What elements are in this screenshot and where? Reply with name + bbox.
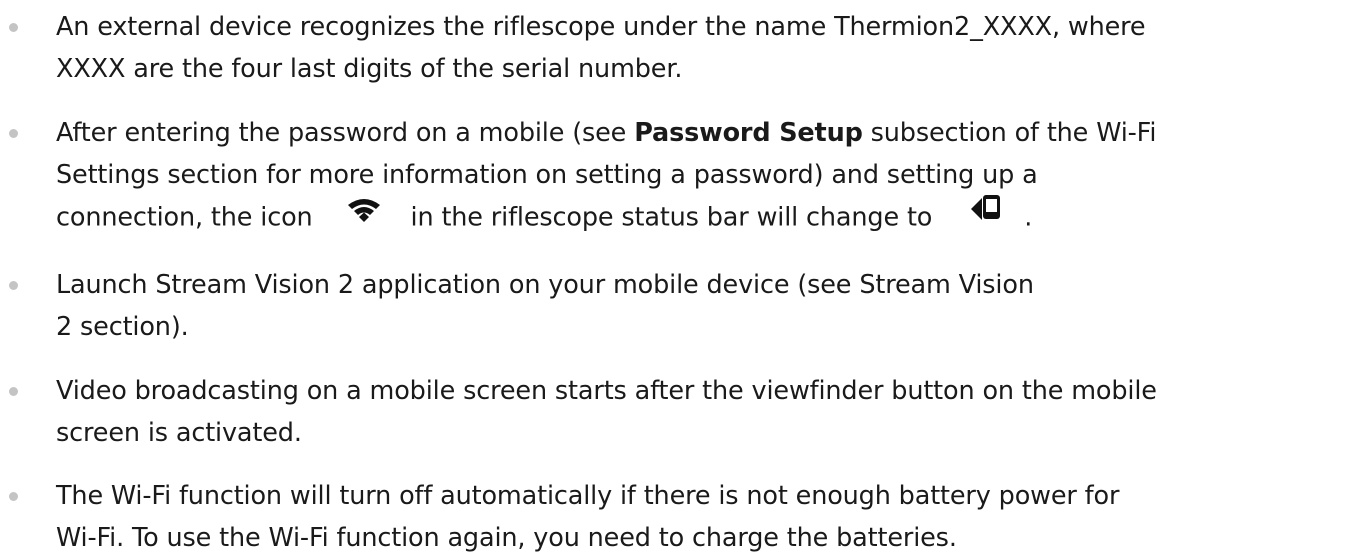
list-item-launch-app: Launch Stream Vision 2 application on yo…	[9, 264, 1352, 348]
text-fragment: After entering the password on a mobile …	[56, 118, 635, 148]
list-item-video-broadcast: Video broadcasting on a mobile screen st…	[9, 370, 1352, 454]
stream-vision-link[interactable]: Stream Vision	[859, 270, 1034, 300]
text-fragment: subsection of the	[862, 118, 1097, 148]
bullet-dot	[9, 387, 18, 396]
text-line: An external device recognizes the rifles…	[56, 12, 1146, 42]
text-fragment: .	[1024, 202, 1033, 233]
text-line: Launch Stream Vision 2 application on yo…	[56, 264, 1352, 306]
text-fragment: in the riflescope status bar will change…	[410, 202, 933, 233]
text-line: Video broadcasting on a mobile screen st…	[56, 376, 1157, 406]
wifi-icon	[347, 194, 381, 236]
text-line: 2 section).	[56, 306, 1352, 348]
text-line: Settings section for more information on…	[56, 154, 1352, 196]
list-item-wifi-battery: The Wi-Fi function will turn off automat…	[9, 475, 1352, 559]
wifi-settings-link[interactable]: Wi-Fi	[1096, 118, 1156, 148]
list-item-password-setup: After entering the password on a mobile …	[9, 112, 1352, 238]
text-fragment: connection, the icon	[56, 202, 313, 233]
stream-vision-link-cont[interactable]: 2	[56, 312, 72, 342]
wifi-settings-link-cont[interactable]: Settings	[56, 160, 160, 190]
text-fragment: Launch Stream Vision 2 application on yo…	[56, 270, 860, 300]
text-line: XXXX are the four last digits of the ser…	[56, 54, 683, 84]
bullet-dot	[9, 129, 18, 138]
bullet-dot	[9, 492, 18, 501]
bullet-dot	[9, 23, 18, 32]
text-line: The Wi-Fi function will turn off automat…	[56, 481, 1120, 511]
text-line: connection, the icon in the riflescope st…	[56, 194, 1352, 238]
text-line: screen is activated.	[56, 418, 302, 448]
bullet-dot	[9, 281, 18, 290]
phone-connected-icon	[970, 192, 1002, 237]
text-fragment: section).	[72, 312, 189, 342]
password-setup-ref: Password Setup	[634, 118, 863, 148]
text-line: After entering the password on a mobile …	[56, 112, 1352, 154]
document-page: An external device recognizes the rifles…	[0, 0, 1358, 553]
text-fragment: section for more information on setting …	[159, 160, 1038, 190]
list-item-device-name: An external device recognizes the rifles…	[9, 6, 1352, 90]
